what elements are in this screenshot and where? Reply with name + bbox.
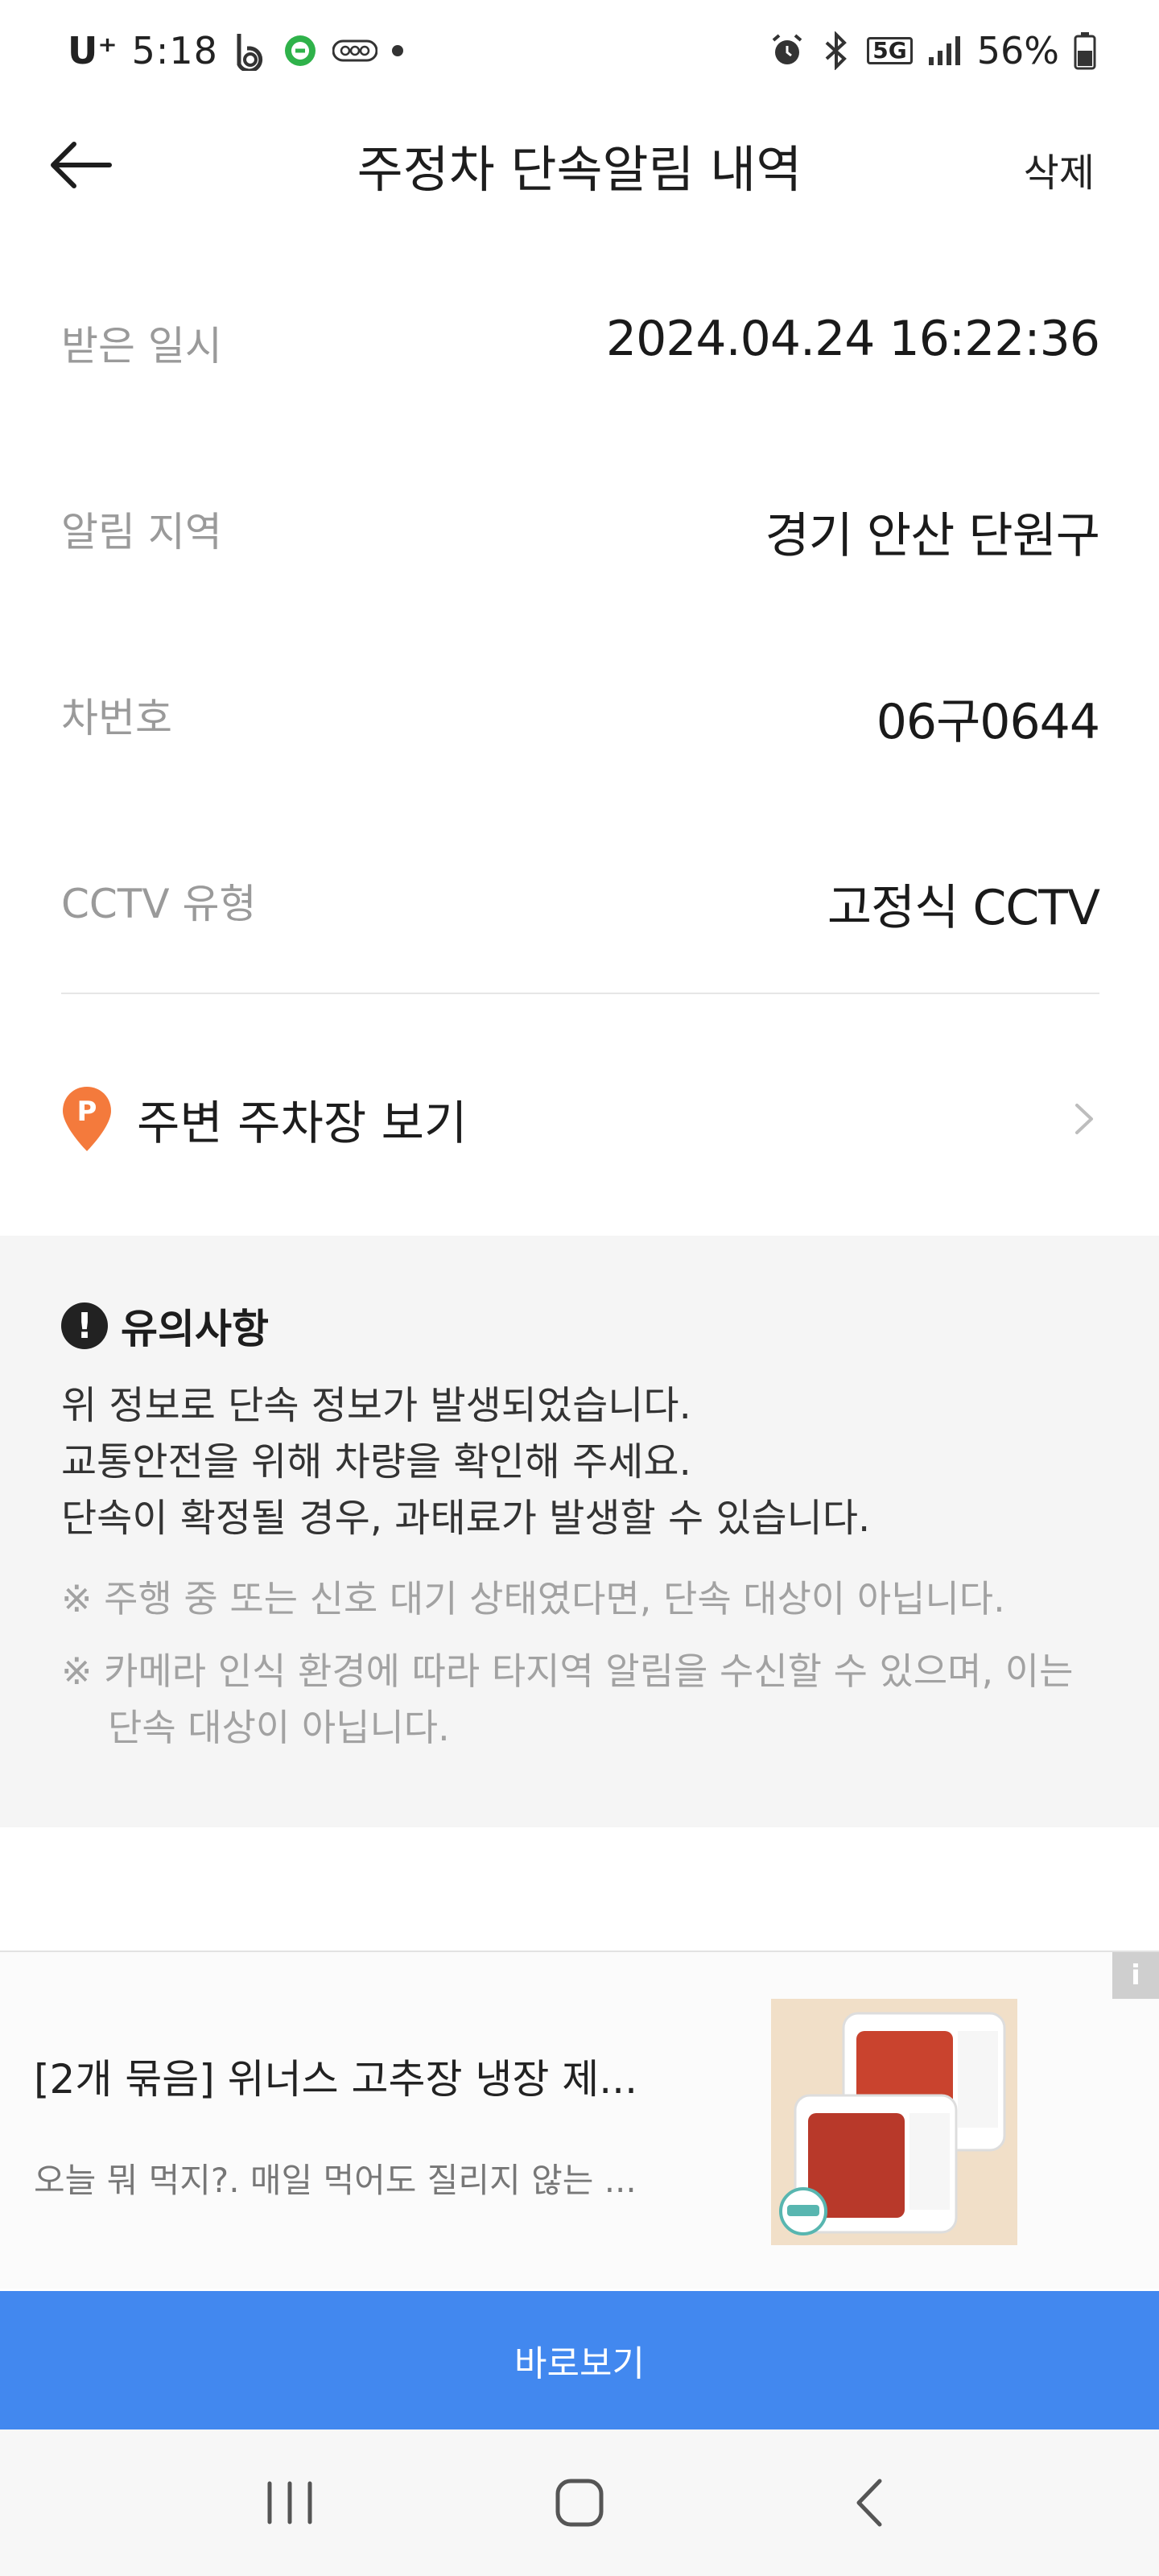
notice-line: 위 정보로 단속 정보가 발생되었습니다.: [61, 1383, 691, 1428]
detail-value: 2024.04.24 16:22:36: [605, 311, 1100, 367]
notice-title: 유의사항: [121, 1306, 269, 1352]
delete-button[interactable]: 삭제: [1024, 141, 1095, 197]
battery-percent: 56%: [976, 28, 1059, 72]
divider: [61, 993, 1099, 994]
signal-icon: [927, 35, 963, 67]
detail-row-cctv-type: CCTV 유형 고정식 CCTV: [61, 824, 1100, 1009]
clock: 5:18: [131, 28, 218, 72]
ad-cta-button[interactable]: 바로보기: [0, 2291, 1159, 2429]
ad-card[interactable]: i [2개 묶음] 위너스 고추장 냉장 제... 오늘 뭐 먹지?. 매일 먹…: [0, 1951, 1159, 2289]
bluetooth-icon: [820, 31, 852, 70]
dot-icon: [391, 44, 403, 56]
detail-label: 차번호: [61, 695, 172, 741]
detail-row-plate-number: 차번호 06구0644: [61, 638, 1100, 824]
notice-sub-note: ※ 주행 중 또는 신호 대기 상태였다면, 단속 대상이 아닙니다.: [61, 1577, 1005, 1620]
chevron-right-icon: [1075, 1104, 1093, 1134]
ooo-app-icon: [332, 39, 377, 63]
green-app-icon: [283, 33, 318, 68]
back-button[interactable]: [44, 133, 117, 197]
b-app-icon: [233, 31, 268, 71]
ad-description: 오늘 뭐 먹지?. 매일 먹어도 질리지 않는 ...: [34, 2161, 637, 2200]
arrow-left-icon: [51, 142, 112, 188]
status-bar-right: 5G 56%: [769, 29, 1096, 72]
app-bar: 주정차 단속알림 내역 삭제: [0, 101, 1159, 229]
status-bar-left: U⁺ 5:18: [68, 29, 403, 72]
notice-sub-note: ※ 카메라 인식 환경에 따라 타지역 알림을 수신할 수 있으며, 이는 단속…: [61, 1649, 1074, 1749]
nearby-parking-button[interactable]: P 주변 주차장 보기: [61, 1071, 1099, 1167]
notice-header: ! 유의사항: [61, 1297, 1098, 1355]
parking-pin-icon: P: [63, 1087, 111, 1151]
recent-apps-button[interactable]: [241, 2462, 338, 2543]
alarm-icon: [769, 32, 806, 69]
status-bar: U⁺ 5:18 5G 56%: [0, 0, 1159, 101]
ad-title[interactable]: [2개 묶음] 위너스 고추장 냉장 제...: [34, 2047, 637, 2105]
detail-value: 고정식 CCTV: [827, 880, 1100, 936]
detail-row-region: 알림 지역 경기 안산 단원구: [61, 452, 1100, 638]
detail-list: 받은 일시 2024.04.24 16:22:36 알림 지역 경기 안산 단원…: [61, 266, 1100, 1009]
ad-product-image[interactable]: [771, 1999, 1017, 2245]
ad-cta-label: 바로보기: [514, 2343, 645, 2384]
home-button[interactable]: [531, 2462, 628, 2543]
detail-value: 06구0644: [876, 694, 1100, 750]
battery-icon: [1074, 31, 1096, 70]
detail-row-received-time: 받은 일시 2024.04.24 16:22:36: [61, 266, 1100, 452]
system-nav-bar: [0, 2429, 1159, 2576]
detail-value: 경기 안산 단원구: [765, 508, 1100, 564]
detail-label: 알림 지역: [61, 509, 222, 555]
product-tray-illustration: [771, 1999, 1017, 2245]
ad-info-icon[interactable]: i: [1112, 1952, 1159, 1999]
back-icon: [856, 2479, 882, 2527]
notice-line: 교통안전을 위해 차량을 확인해 주세요.: [61, 1439, 691, 1484]
exclamation-icon: !: [61, 1302, 108, 1349]
5g-icon: 5G: [867, 36, 913, 64]
home-icon: [555, 2479, 604, 2527]
page-title: 주정차 단속알림 내역: [357, 140, 802, 199]
nearby-parking-label: 주변 주차장 보기: [137, 1096, 468, 1150]
system-back-button[interactable]: [821, 2462, 918, 2543]
notice-line: 단속이 확정될 경우, 과태료가 발생할 수 있습니다.: [61, 1496, 871, 1541]
parking-pin-letter: P: [77, 1096, 97, 1128]
notice-panel: ! 유의사항 위 정보로 단속 정보가 발생되었습니다. 교통안전을 위해 차량…: [0, 1236, 1159, 1827]
recent-apps-icon: [267, 2481, 312, 2524]
detail-label: 받은 일시: [61, 323, 222, 369]
detail-label: CCTV 유형: [61, 881, 257, 927]
carrier-label: U⁺: [68, 28, 118, 72]
